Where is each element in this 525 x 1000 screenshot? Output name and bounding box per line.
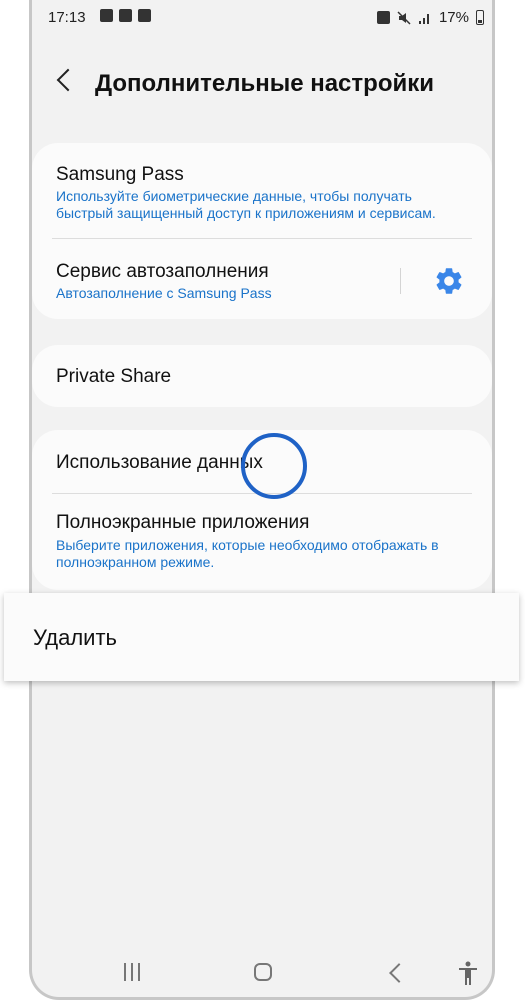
fullscreen-apps-subtitle-line2: полноэкранном режиме.	[56, 554, 215, 570]
vertical-divider	[400, 268, 401, 294]
samsung-pass-title: Samsung Pass	[56, 164, 184, 185]
checkbox-icon	[138, 9, 151, 22]
autofill-subtitle: Автозаполнение с Samsung Pass	[56, 285, 272, 301]
card-passwords: Samsung Pass Используйте биометрические …	[32, 143, 492, 319]
header: Дополнительные настройки	[32, 58, 492, 108]
delete-label: Удалить	[33, 625, 117, 650]
home-icon[interactable]	[254, 963, 272, 981]
samsung-pass-subtitle-line2: быстрый защищенный доступ к приложениям …	[56, 205, 436, 221]
status-time: 17:13	[48, 9, 86, 26]
notification-icons	[100, 9, 151, 22]
data-usage-title: Использование данных	[56, 452, 263, 473]
mute-icon	[397, 10, 411, 25]
page-title: Дополнительные настройки	[95, 70, 434, 97]
signal-icon	[418, 13, 429, 24]
battery-icon	[476, 10, 484, 25]
recent-apps-icon[interactable]	[124, 963, 144, 981]
back-icon[interactable]	[56, 68, 80, 92]
fullscreen-apps-subtitle-line1: Выберите приложения, которые необходимо …	[56, 537, 439, 553]
gear-icon[interactable]	[433, 265, 465, 297]
accessibility-icon[interactable]	[456, 960, 480, 986]
gallery-icon	[100, 9, 113, 22]
divider	[52, 238, 472, 239]
status-bar: 17:13 17%	[32, 0, 492, 34]
battery-percent: 17%	[438, 9, 469, 26]
autofill-title: Сервис автозаполнения	[56, 261, 269, 282]
phone-screen: 17:13 17% Дополнительные настройки Samsu…	[29, 0, 495, 1000]
navigation-bar	[32, 955, 492, 995]
gallery-icon	[119, 9, 132, 22]
system-icons: 17%	[376, 9, 484, 26]
delete-option[interactable]: Удалить	[4, 593, 519, 681]
fullscreen-apps-title: Полноэкранные приложения	[56, 512, 310, 533]
folder-icon	[376, 11, 390, 24]
private-share-title: Private Share	[56, 366, 172, 387]
touch-indicator	[241, 433, 307, 499]
nav-back-icon[interactable]	[389, 963, 409, 983]
samsung-pass-subtitle-line1: Используйте биометрические данные, чтобы…	[56, 188, 412, 204]
private-share-item[interactable]: Private Share	[32, 345, 492, 407]
